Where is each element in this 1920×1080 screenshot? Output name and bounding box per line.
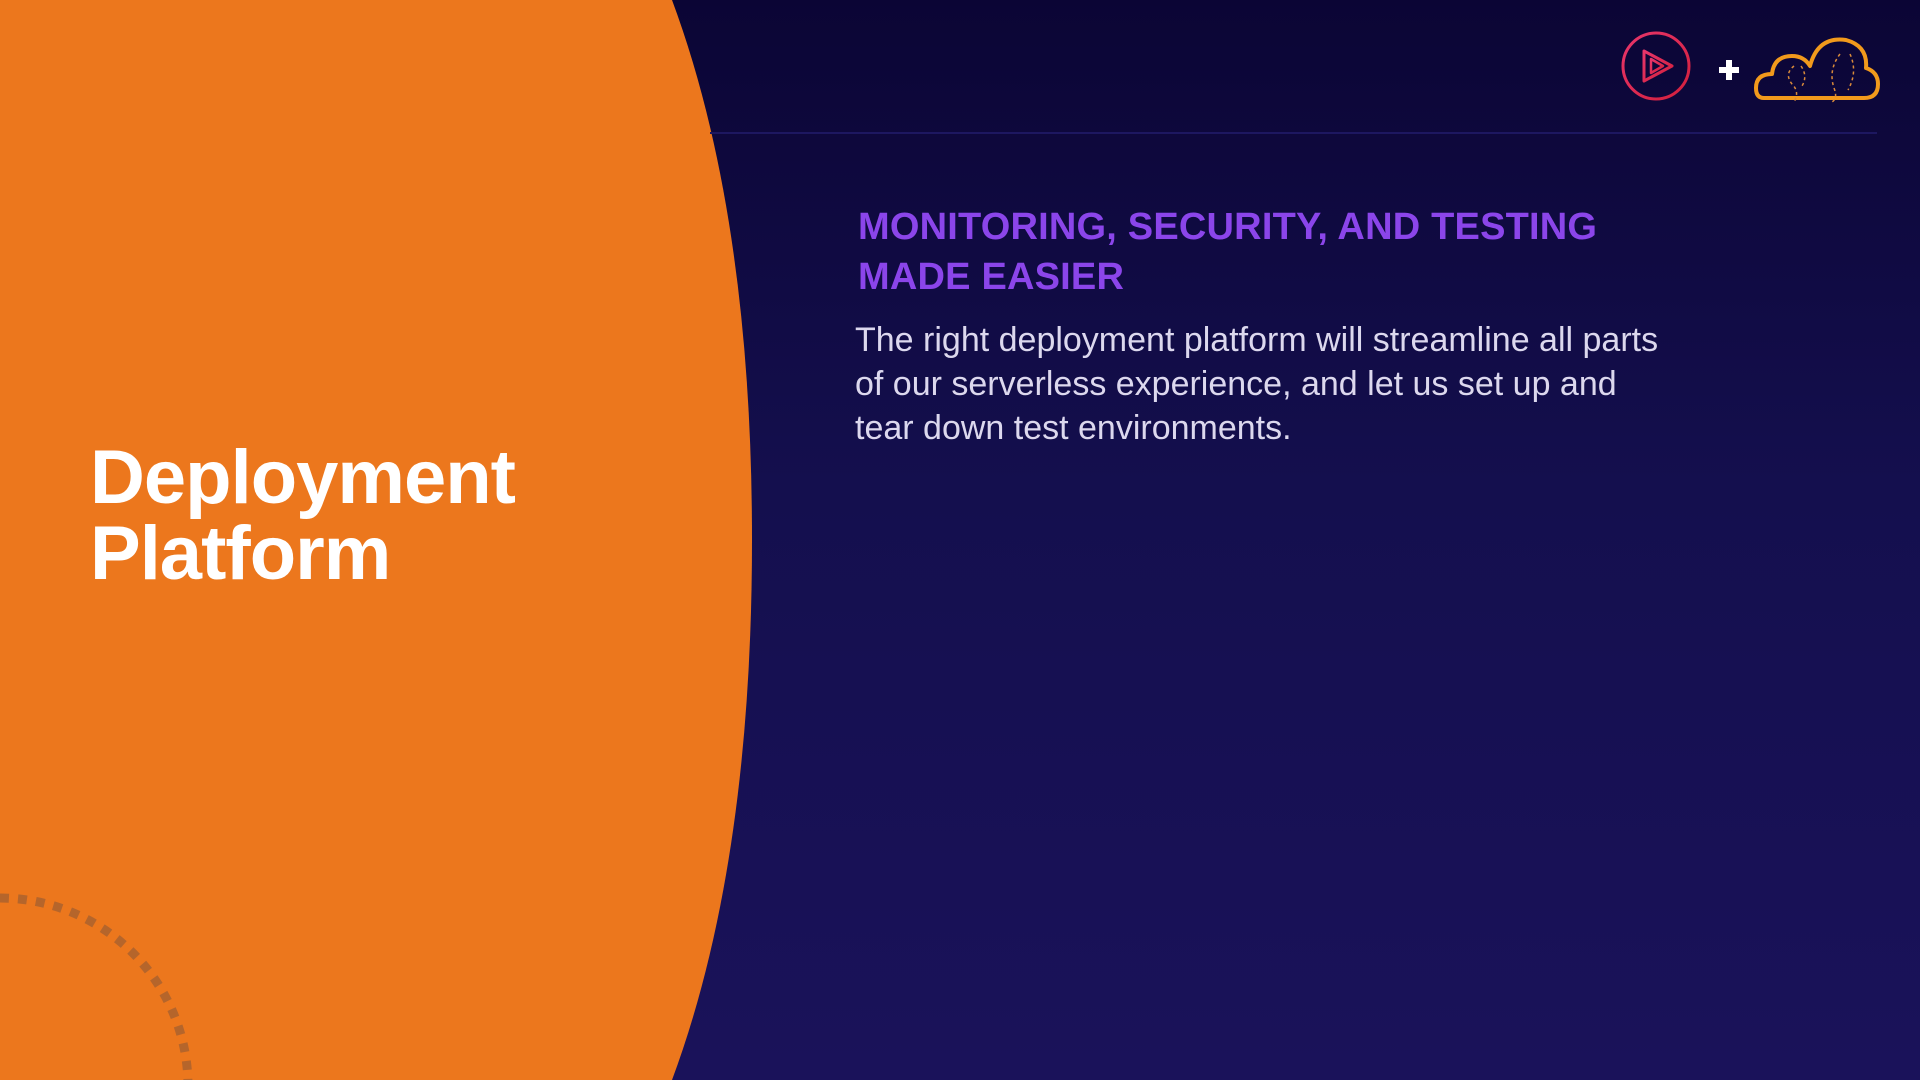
- title-line-1: Deployment: [90, 435, 516, 520]
- slide-title: Deployment Platform: [90, 440, 650, 592]
- slide-canvas: Deployment Platform MONITORING, SECURITY…: [0, 0, 1920, 1080]
- play-circle-icon: [1621, 31, 1691, 101]
- brand-logos: [1618, 26, 1880, 106]
- title-line-2: Platform: [90, 511, 391, 596]
- plus-icon: [1719, 60, 1739, 80]
- cloud-icon: [1754, 37, 1880, 103]
- header-divider: [710, 132, 1877, 134]
- section-headline: MONITORING, SECURITY, AND TESTING MADE E…: [858, 206, 1598, 298]
- body-paragraph: The right deployment platform will strea…: [855, 321, 1659, 447]
